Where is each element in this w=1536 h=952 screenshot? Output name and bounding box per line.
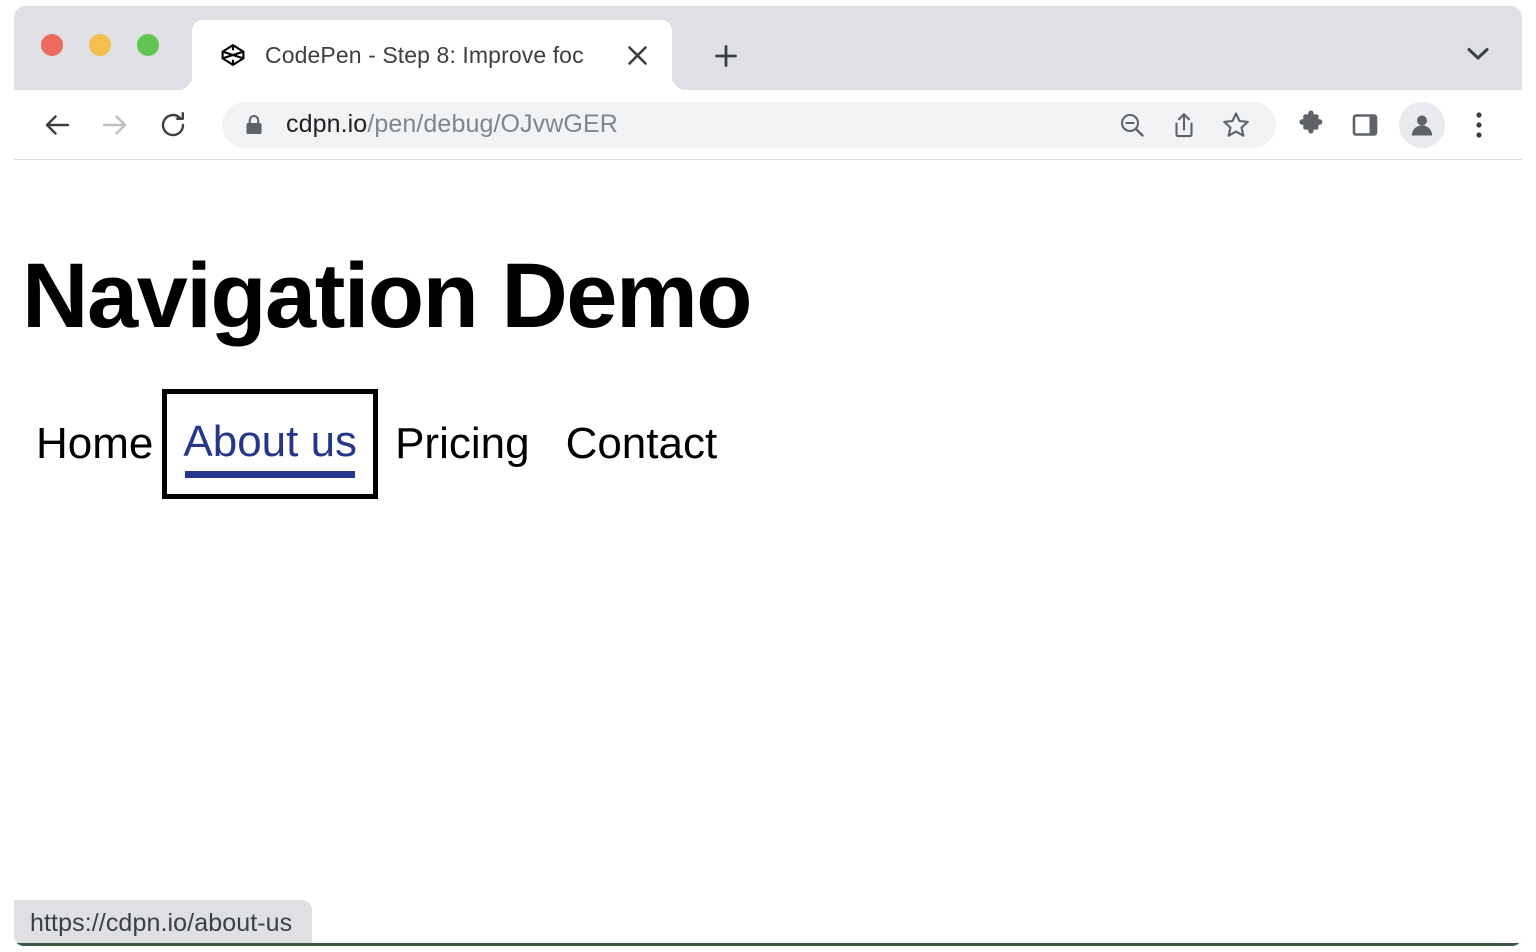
close-window-button[interactable] (41, 34, 63, 56)
link-status-bubble: https://cdpn.io/about-us (14, 900, 312, 946)
address-bar-host: cdpn.io (286, 110, 367, 138)
browser-tab-title-area: CodePen - Step 8: Improve foc (265, 38, 620, 72)
address-bar-path: /pen/debug/OJvwGER (367, 110, 618, 138)
link-status-url: https://cdpn.io/about-us (30, 909, 292, 938)
tab-search-button[interactable] (1458, 36, 1498, 72)
bookmark-star-icon (1221, 110, 1251, 140)
nav-link-about-us[interactable]: About us (167, 394, 373, 494)
tab-strip: CodePen - Step 8: Improve foc (14, 6, 1522, 90)
plus-icon (713, 43, 739, 69)
extensions-puzzle-icon (1296, 110, 1326, 140)
side-panel-button[interactable] (1338, 102, 1392, 148)
page-title: Navigation Demo (22, 244, 751, 349)
close-tab-button[interactable] (620, 38, 654, 72)
three-dot-menu-icon (1475, 110, 1483, 140)
arrow-left-icon (41, 109, 73, 141)
tab-title-fade (586, 38, 620, 72)
account-avatar-icon (1408, 111, 1436, 139)
address-bar-actions (1106, 102, 1262, 148)
page-viewport: Navigation Demo Home About us Pricing Co… (14, 160, 1522, 946)
toolbar-right-buttons (1284, 102, 1522, 148)
browser-window: CodePen - Step 8: Improve foc (14, 6, 1522, 946)
address-bar-url: cdpn.io/pen/debug/OJvwGER (286, 110, 618, 139)
window-bottom-edge (14, 943, 1522, 946)
codepen-logo-icon (221, 43, 245, 67)
reload-icon (158, 110, 188, 140)
maximize-window-button[interactable] (137, 34, 159, 56)
minimize-window-button[interactable] (89, 34, 111, 56)
profile-button[interactable] (1399, 102, 1445, 148)
browser-menu-button[interactable] (1452, 102, 1506, 148)
nav-link-contact[interactable]: Contact (566, 422, 718, 466)
extensions-button[interactable] (1284, 102, 1338, 148)
site-navigation: Home About us Pricing Contact (14, 394, 717, 494)
browser-toolbar: cdpn.io/pen/debug/OJvwGER (14, 90, 1522, 160)
reload-button[interactable] (150, 102, 196, 148)
share-icon (1170, 111, 1198, 139)
browser-tab-title: CodePen - Step 8: Improve foc (265, 38, 584, 72)
browser-tab-active[interactable]: CodePen - Step 8: Improve foc (192, 20, 672, 90)
window-controls (41, 34, 159, 56)
share-button[interactable] (1158, 102, 1210, 148)
zoom-out-icon (1118, 111, 1146, 139)
new-tab-button[interactable] (704, 34, 748, 78)
address-bar[interactable]: cdpn.io/pen/debug/OJvwGER (222, 102, 1276, 148)
arrow-right-icon (99, 109, 131, 141)
chevron-down-icon (1467, 47, 1489, 61)
bookmark-button[interactable] (1210, 102, 1262, 148)
close-icon (627, 45, 648, 66)
nav-link-about-us-underline (185, 471, 355, 478)
side-panel-icon (1351, 111, 1379, 139)
nav-link-home[interactable]: Home (36, 422, 153, 466)
nav-link-about-us-label: About us (183, 417, 357, 466)
forward-button[interactable] (92, 102, 138, 148)
back-button[interactable] (34, 102, 80, 148)
nav-link-pricing[interactable]: Pricing (395, 422, 530, 466)
zoom-out-button[interactable] (1106, 102, 1158, 148)
lock-icon (244, 114, 264, 136)
